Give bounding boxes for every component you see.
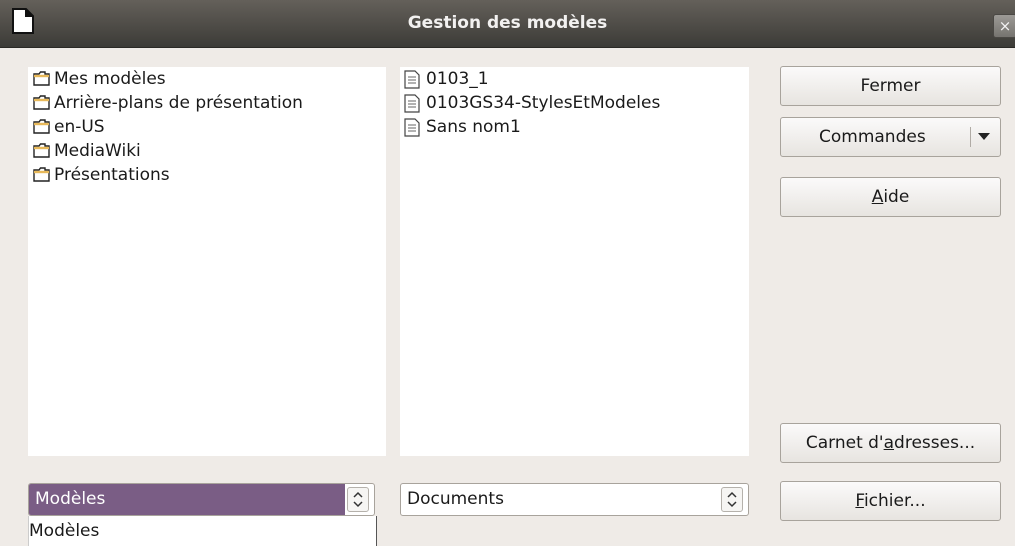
help-button[interactable]: Aide: [780, 177, 1001, 217]
address-book-button[interactable]: Carnet d'adresses...: [780, 423, 1001, 463]
help-mnemonic: A: [871, 187, 884, 207]
list-item-label: 0103GS34-StylesEtModeles: [426, 93, 661, 113]
list-item-label: 0103_1: [426, 69, 489, 89]
list-item-label: Arrière-plans de présentation: [54, 93, 303, 113]
spin-button[interactable]: [347, 487, 369, 512]
folder-icon: [33, 143, 50, 158]
close-button-label: Fermer: [860, 76, 921, 96]
documents-select[interactable]: Documents: [400, 483, 749, 516]
document-icon: [404, 118, 420, 137]
document-icon: [404, 70, 420, 89]
list-item-label: Sans nom1: [426, 117, 521, 137]
address-book-label-pre: Carnet d': [805, 433, 884, 453]
close-button[interactable]: Fermer: [780, 66, 1001, 106]
category-select-value: Modèles: [35, 489, 106, 509]
address-book-label-post: dresses...: [894, 433, 976, 453]
file-button-label: ichier...: [863, 491, 926, 511]
folder-icon: [33, 95, 50, 110]
up-down-chevron-icon: [353, 491, 363, 508]
folder-icon: [33, 71, 50, 86]
document-icon: [404, 94, 420, 113]
commands-button[interactable]: Commandes: [780, 117, 1001, 157]
list-item-label: Présentations: [54, 165, 170, 185]
spin-button[interactable]: [721, 487, 743, 512]
up-down-chevron-icon: [727, 491, 737, 508]
list-item-label: Mes modèles: [54, 69, 166, 89]
documents-select-value: Documents: [407, 489, 504, 509]
file-button[interactable]: Fichier...: [780, 481, 1001, 521]
help-button-label: ide: [883, 187, 910, 207]
category-select[interactable]: Modèles: [28, 483, 375, 516]
template-list[interactable]: 0103_1 0103GS34-StylesEtModeles Sans nom…: [400, 67, 749, 456]
file-mnemonic: F: [855, 491, 864, 511]
category-list[interactable]: Mes modèles Arrière-plans de présentatio…: [28, 67, 386, 456]
close-icon[interactable]: ×: [993, 14, 1015, 38]
list-item-label: MediaWiki: [54, 141, 141, 161]
dropdown-arrow-icon[interactable]: [978, 133, 990, 141]
title-bar: Gestion des modèles ×: [0, 0, 1015, 48]
address-book-mnemonic: a: [883, 433, 895, 453]
separator: [970, 127, 971, 147]
folder-icon: [33, 119, 50, 134]
category-dropdown-popup: Modèles: [28, 516, 377, 546]
window-title: Gestion des modèles: [407, 13, 608, 33]
list-item-label: en-US: [54, 117, 105, 137]
dropdown-option[interactable]: Modèles: [29, 518, 99, 544]
commands-button-label: Commandes: [819, 127, 926, 147]
folder-icon: [33, 167, 50, 182]
